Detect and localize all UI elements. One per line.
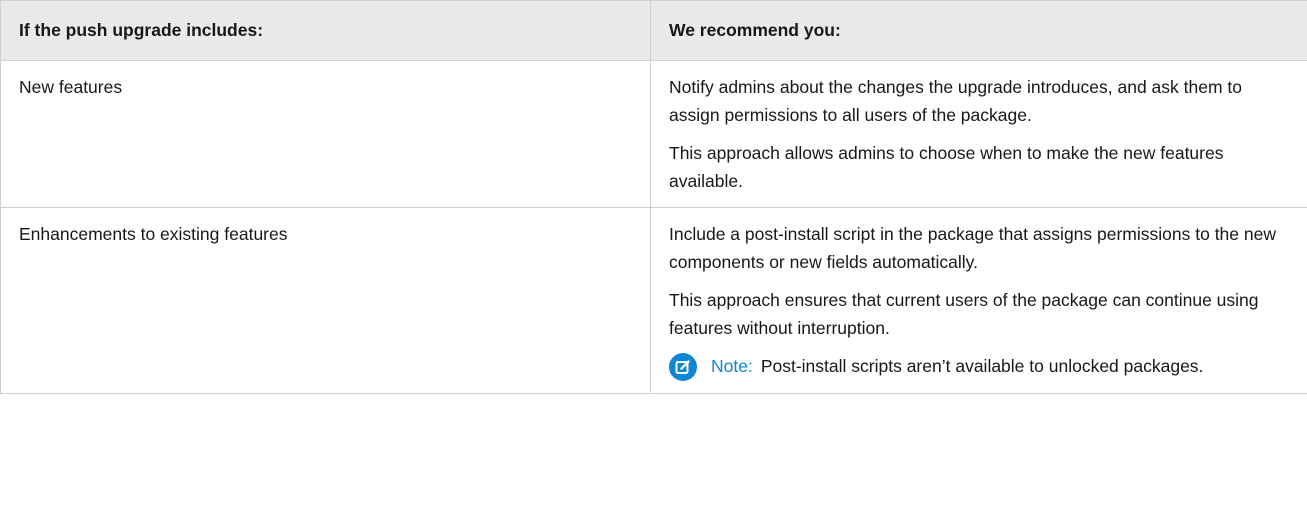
header-push-upgrade-includes: If the push upgrade includes: [0, 0, 651, 61]
upgrade-recommendations-table-wrap: If the push upgrade includes: We recomme… [0, 0, 1307, 394]
recommend-paragraph: Include a post-install script in the pac… [669, 224, 1276, 272]
cell-recommend: Notify admins about the changes the upgr… [650, 60, 1307, 208]
table-row: New features Notify admins about the cha… [0, 60, 1307, 208]
note-callout: Note: Post-install scripts aren’t availab… [669, 352, 1289, 381]
cell-recommend: Include a post-install script in the pac… [650, 207, 1307, 394]
table-header-row: If the push upgrade includes: We recomme… [0, 0, 1307, 61]
edit-note-icon [669, 353, 697, 381]
note-label: Note: [711, 356, 753, 376]
recommend-paragraph: This approach allows admins to choose wh… [669, 143, 1224, 191]
cell-includes: New features [0, 60, 651, 208]
header-we-recommend: We recommend you: [650, 0, 1307, 61]
note-body: Post-install scripts aren’t available to… [760, 356, 1204, 376]
table-row: Enhancements to existing features Includ… [0, 207, 1307, 394]
upgrade-recommendations-table: If the push upgrade includes: We recomme… [0, 0, 1307, 394]
note-text: Note: Post-install scripts aren’t availab… [711, 352, 1289, 380]
recommend-paragraph: Notify admins about the changes the upgr… [669, 77, 1242, 125]
recommend-paragraph: This approach ensures that current users… [669, 290, 1259, 338]
cell-includes: Enhancements to existing features [0, 207, 651, 394]
